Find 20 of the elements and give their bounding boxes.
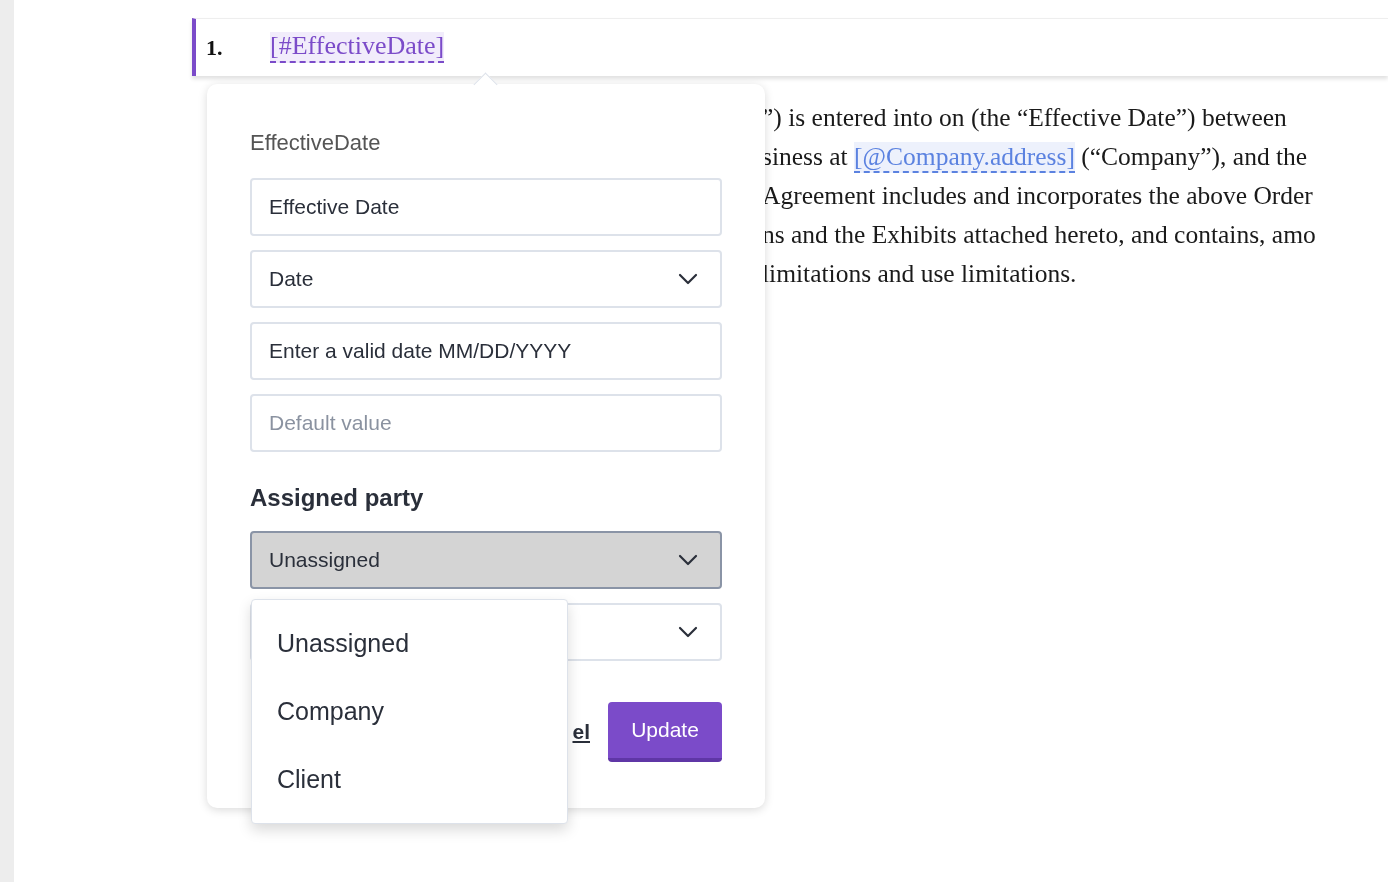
body-text: limitations and use limitations. [762, 259, 1077, 288]
menu-option[interactable]: Unassigned [252, 626, 567, 694]
field-token[interactable]: [#EffectiveDate] [270, 32, 445, 63]
chevron-down-icon [678, 626, 698, 638]
clause-number: 1. [206, 34, 224, 61]
update-button[interactable]: Update [608, 702, 722, 762]
party-dropdown[interactable]: Unassigned [250, 531, 722, 589]
section-title: Assigned party [250, 484, 425, 513]
text-field[interactable]: Effective Date [250, 178, 722, 236]
body-text: (“Company”), and the [1080, 142, 1308, 171]
text-field[interactable]: Enter a valid date MM/DD/YYYY [250, 322, 722, 380]
body-text: siness at [762, 142, 849, 171]
chevron-down-icon [678, 554, 698, 566]
menu-option[interactable]: Client [252, 762, 567, 830]
type-dropdown[interactable]: Date [250, 250, 722, 308]
body-text: Agreement includes and incorporates the above Order [762, 181, 1313, 210]
chevron-down-icon [678, 273, 698, 285]
field-title: EffectiveDate [250, 130, 382, 157]
menu-option[interactable]: Company [252, 694, 567, 762]
cancel-link[interactable]: el [572, 720, 590, 744]
